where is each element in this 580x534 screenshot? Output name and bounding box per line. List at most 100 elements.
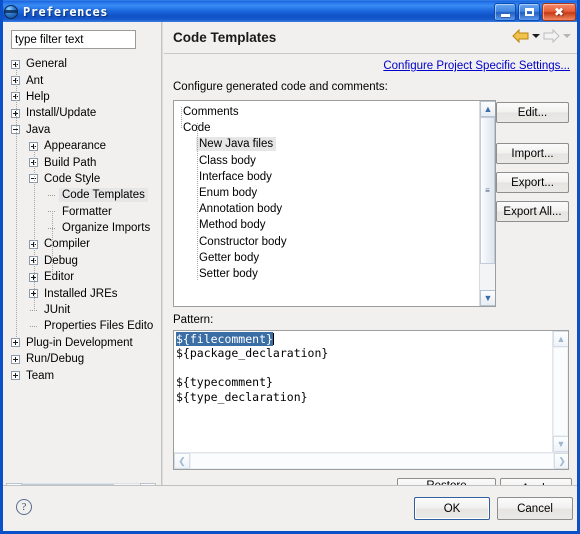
pane-divider [161,22,163,485]
configure-project-specific-settings-link[interactable]: Configure Project Specific Settings... [383,60,570,72]
filter-input[interactable] [11,30,136,49]
window-controls: ✖ [494,3,576,21]
scroll-up-icon[interactable]: ▲ [480,101,495,117]
sidebar-item-code-style[interactable]: Code Style [7,171,159,187]
text-caret [272,333,274,345]
sidebar-item-formatter[interactable]: Formatter [7,204,159,220]
tree-guide-line [34,146,35,311]
template-item-code[interactable]: Code [178,120,479,136]
template-item-new-java-files[interactable]: New Java files [178,136,479,152]
sidebar-item-label: Compiler [44,238,91,251]
pattern-vertical-scrollbar[interactable]: ▲ ▼ [552,331,568,452]
close-button[interactable]: ✖ [542,3,576,21]
scrollbar-track[interactable]: ≡ [480,117,495,290]
scroll-left-icon[interactable]: ❮ [174,453,190,469]
sidebar-item-code-templates[interactable]: Code Templates [7,187,159,203]
sidebar-item-junit[interactable]: JUnit [7,302,159,318]
code-templates-page: Code Templates Configure Project Specifi… [164,22,577,485]
sidebar-item-build-path[interactable]: Build Path [7,154,159,170]
scroll-down-icon[interactable]: ▼ [553,436,568,452]
sidebar-item-team[interactable]: Team [7,367,159,383]
sidebar-item-properties-files-edito[interactable]: Properties Files Edito [7,318,159,334]
template-item-annotation-body[interactable]: Annotation body [178,201,479,217]
sidebar-item-label: Editor [44,271,75,284]
navigation-arrows [512,29,571,43]
template-item-setter-body[interactable]: Setter body [178,266,479,282]
sidebar-item-java[interactable]: Java [7,122,159,138]
sidebar-item-label: Appearance [44,140,107,153]
preferences-tree[interactable]: General Ant Help Install/Update Java Appearan… [7,56,159,477]
dialog-body: General Ant Help Install/Update Java Appearan… [3,22,577,504]
sidebar-item-run-debug[interactable]: Run/Debug [7,351,159,367]
forward-chevron-down-icon [563,34,571,38]
back-chevron-down-icon[interactable] [532,34,540,38]
template-item-getter-body[interactable]: Getter body [178,250,479,266]
sidebar-item-ant[interactable]: Ant [7,72,159,88]
template-item-class-body[interactable]: Class body [178,153,479,169]
sidebar-item-label: JUnit [44,304,71,317]
scroll-up-icon[interactable]: ▲ [553,331,568,347]
scroll-right-icon[interactable]: ❯ [554,453,568,469]
sidebar-item-label: Build Path [44,156,97,169]
tree-guide-line [52,211,53,276]
close-icon: ✖ [553,5,565,19]
window-title: Preferences [23,4,108,19]
grip-icon: ≡ [485,185,490,195]
template-item-comments[interactable]: Comments [178,104,479,120]
import-button[interactable]: Import... [496,143,569,164]
title-bar[interactable]: Preferences ✖ [3,0,577,22]
sidebar-item-label: Code Templates [59,188,148,203]
scrollbar-track[interactable] [553,347,568,436]
export-button[interactable]: Export... [496,172,569,193]
sidebar-item-install-update[interactable]: Install/Update [7,105,159,121]
maximize-button[interactable] [518,3,540,21]
sidebar-item-general[interactable]: General [7,56,159,72]
sidebar-item-help[interactable]: Help [7,89,159,105]
scrollbar-thumb[interactable]: ≡ [480,117,495,264]
template-item-label: Getter body [199,251,260,264]
sidebar-item-label: Plug-in Development [26,336,133,349]
sidebar-item-editor[interactable]: Editor [7,269,159,285]
sidebar-item-installed-jres[interactable]: Installed JREs [7,285,159,301]
template-item-method-body[interactable]: Method body [178,217,479,233]
template-item-interface-body[interactable]: Interface body [178,169,479,185]
help-icon[interactable]: ? [16,499,32,515]
forward-arrow-icon [543,29,560,43]
scrollbar-track[interactable] [190,453,554,469]
expand-plus-icon[interactable] [11,354,20,364]
template-item-label: Enum body [199,187,258,200]
template-item-constructor-body[interactable]: Constructor body [178,234,479,250]
sidebar-item-debug[interactable]: Debug [7,253,159,269]
sidebar-item-label: Help [26,90,50,103]
templates-tree[interactable]: CommentsCodeNew Java files Class body Inte… [174,101,479,306]
template-item-label: Annotation body [199,203,283,216]
page-header: Code Templates [164,22,577,54]
maximize-icon [524,8,534,16]
minimize-button[interactable] [494,3,516,21]
sidebar-item-label: Java [26,123,51,136]
sidebar-item-label: Ant [26,74,44,87]
pattern-textarea[interactable]: ${filecomment} ${package_declaration} ${… [174,331,553,452]
scroll-down-icon[interactable]: ▼ [480,290,495,306]
pattern-remaining-text: ${package_declaration} ${typecomment} ${… [176,346,329,404]
expand-plus-icon[interactable] [11,371,20,381]
sidebar-item-appearance[interactable]: Appearance [7,138,159,154]
pattern-horizontal-scrollbar[interactable]: ❮ ❯ [174,452,568,469]
back-arrow-icon[interactable] [512,29,529,43]
cancel-button[interactable]: Cancel [497,497,573,520]
edit-button[interactable]: Edit... [496,102,569,123]
sidebar-item-plug-in-development[interactable]: Plug-in Development [7,335,159,351]
templates-vertical-scrollbar[interactable]: ▲ ≡ ▼ [479,101,495,306]
ok-button[interactable]: OK [414,497,490,520]
template-item-label: Setter body [199,267,258,280]
dialog-footer: ? OK Cancel [3,485,577,528]
sidebar-item-compiler[interactable]: Compiler [7,236,159,252]
minimize-icon [500,13,510,17]
sidebar-item-label: Organize Imports [62,222,151,235]
tree-line-icon [29,322,38,331]
template-item-enum-body[interactable]: Enum body [178,185,479,201]
sidebar-item-label: Installed JREs [44,287,118,300]
sidebar-item-organize-imports[interactable]: Organize Imports [7,220,159,236]
export-all-button[interactable]: Export All... [496,201,569,222]
pattern-selected-text: ${filecomment} [176,332,273,346]
